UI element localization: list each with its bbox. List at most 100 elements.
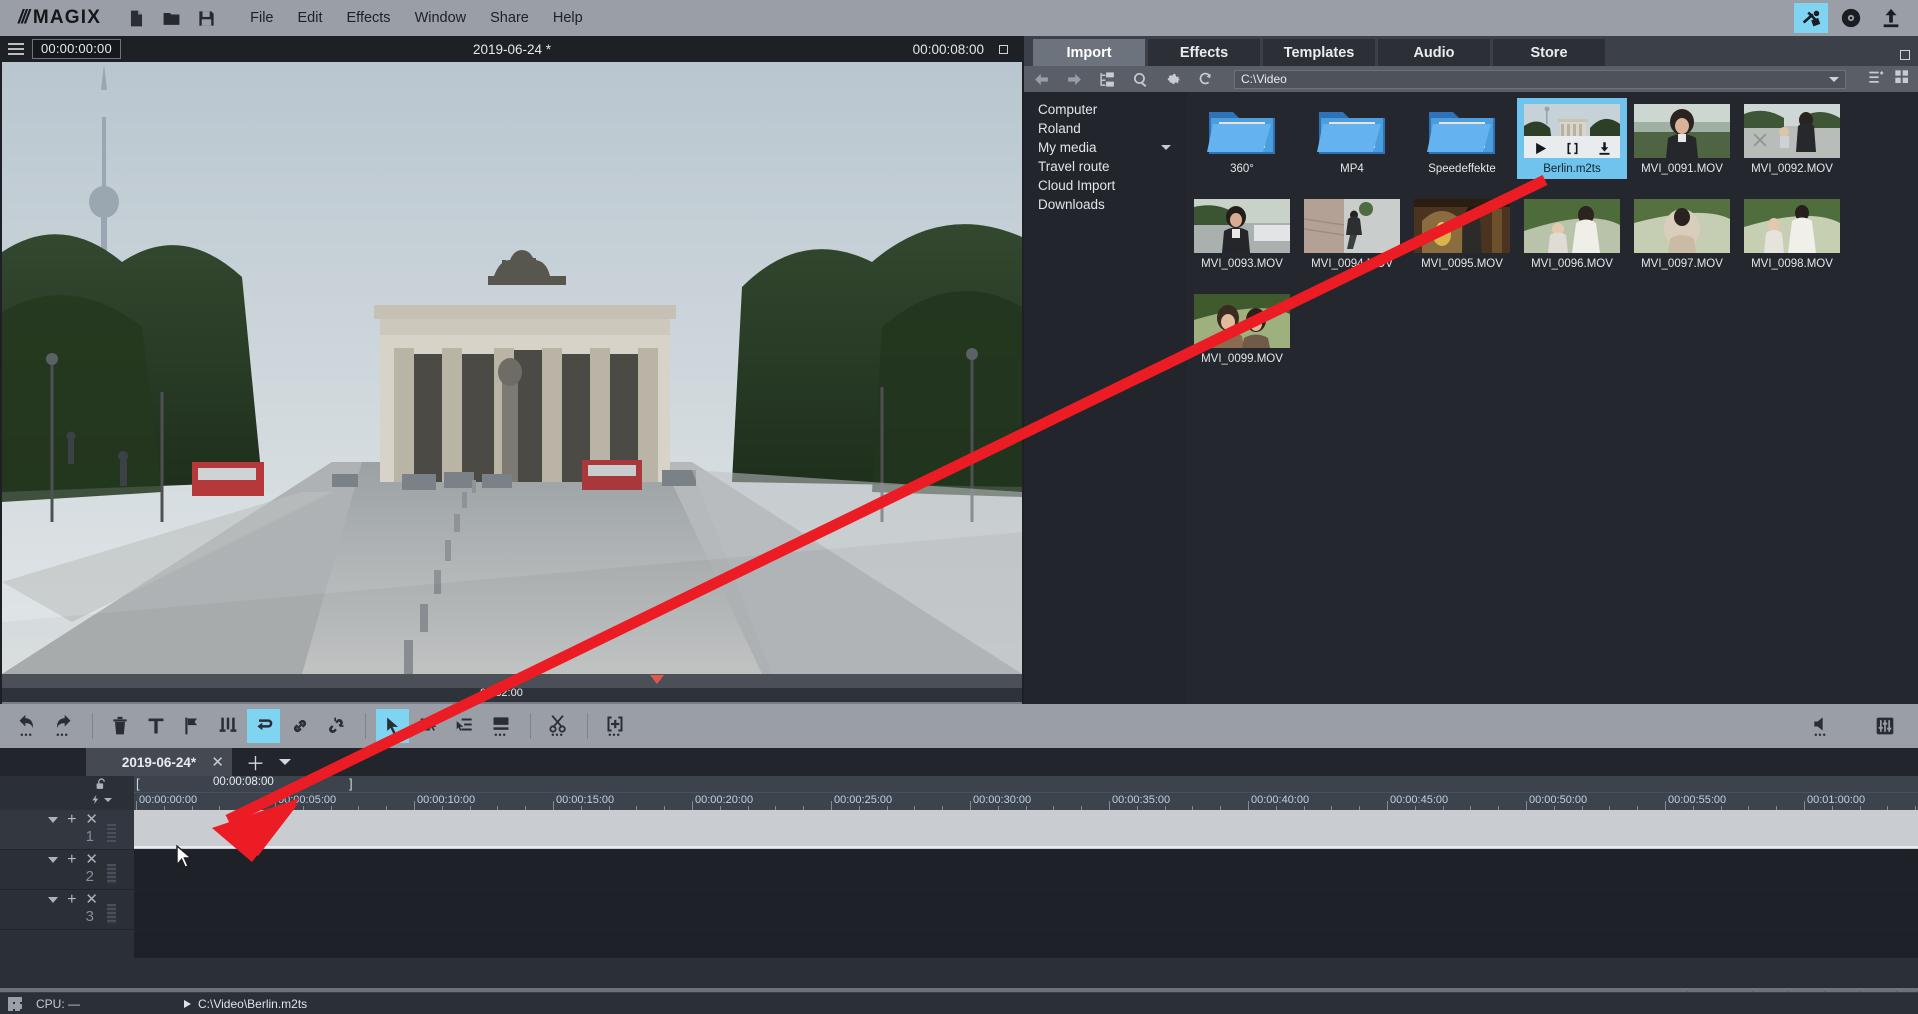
tab-store[interactable]: Store bbox=[1493, 39, 1605, 66]
track-collapse-icon[interactable] bbox=[48, 897, 58, 903]
track-add-icon[interactable]: + bbox=[67, 814, 76, 826]
tab-audio[interactable]: Audio bbox=[1378, 39, 1490, 66]
track-lane-1[interactable] bbox=[134, 810, 1918, 849]
track-delete-icon[interactable]: ✕ bbox=[85, 814, 98, 826]
range-bar[interactable]: [ 00:00:08:00 ] bbox=[134, 776, 1918, 792]
media-item-folder-speedeffekte[interactable]: Speedeffekte bbox=[1407, 98, 1517, 179]
search-button[interactable] bbox=[1131, 70, 1150, 89]
track-collapse-icon[interactable] bbox=[48, 857, 58, 863]
close-icon[interactable]: ✕ bbox=[211, 753, 224, 771]
tree-item-downloads[interactable]: Downloads bbox=[1038, 195, 1187, 214]
track-header-3[interactable]: + ✕ 3 bbox=[0, 890, 134, 929]
media-item-mvi-0092[interactable]: MVI_0092.MOV bbox=[1737, 98, 1847, 179]
menu-help[interactable]: Help bbox=[553, 10, 583, 26]
loop-mode-button[interactable] bbox=[247, 709, 280, 743]
monitor-scrub-bar[interactable]: 08:32:00 bbox=[2, 688, 1022, 702]
menu-edit[interactable]: Edit bbox=[298, 10, 323, 26]
undo-button[interactable]: ••• bbox=[10, 709, 43, 743]
mouse-mode-arrow-button[interactable] bbox=[376, 709, 409, 743]
tree-item-computer[interactable]: Computer bbox=[1038, 100, 1187, 119]
track-header-1[interactable]: + ✕ 1 bbox=[0, 810, 134, 849]
timeline-clip[interactable] bbox=[134, 812, 1918, 848]
group-button[interactable] bbox=[283, 709, 316, 743]
burn-disc-button[interactable] bbox=[1834, 3, 1868, 33]
media-item-mvi-0094[interactable]: MVI_0094.MOV bbox=[1297, 193, 1407, 274]
media-item-mvi-0091[interactable]: MVI_0091.MOV bbox=[1627, 98, 1737, 179]
mouse-mode-single-object-button[interactable] bbox=[412, 709, 445, 743]
track-lane-3[interactable] bbox=[134, 890, 1918, 929]
detail-view-button[interactable] bbox=[1868, 69, 1884, 90]
timeline-tab-project[interactable]: 2019-06-24* ✕ bbox=[86, 748, 232, 776]
cut-button[interactable]: ••• bbox=[541, 709, 574, 743]
tab-templates[interactable]: Templates bbox=[1263, 39, 1375, 66]
playhead-marker-icon[interactable] bbox=[650, 675, 664, 684]
export-upload-button[interactable] bbox=[1874, 3, 1908, 33]
maximize-icon[interactable] bbox=[1900, 50, 1910, 60]
mixer-button[interactable] bbox=[211, 709, 244, 743]
refresh-button[interactable] bbox=[1197, 70, 1216, 89]
folder-tree-button[interactable] bbox=[1098, 70, 1117, 89]
tree-item-travel-route[interactable]: Travel route bbox=[1038, 157, 1187, 176]
media-item-folder-360[interactable]: 360° bbox=[1187, 98, 1297, 179]
range-brackets-icon[interactable] bbox=[1565, 141, 1580, 156]
tree-item-roland[interactable]: Roland bbox=[1038, 119, 1187, 138]
nav-back-button[interactable] bbox=[1032, 70, 1051, 89]
menu-file[interactable]: File bbox=[250, 10, 273, 26]
audio-mute-button[interactable]: ••• bbox=[1804, 709, 1837, 743]
edit-mode-button[interactable] bbox=[1794, 3, 1828, 33]
tab-import[interactable]: Import bbox=[1033, 39, 1145, 66]
track-delete-icon[interactable]: ✕ bbox=[85, 894, 98, 906]
set-marker-button[interactable] bbox=[175, 709, 208, 743]
audio-mixer-button[interactable] bbox=[1868, 709, 1901, 743]
media-item-mvi-0098[interactable]: MVI_0098.MOV bbox=[1737, 193, 1847, 274]
thumbnail-view-button[interactable] bbox=[1894, 69, 1910, 90]
insert-title-button[interactable] bbox=[139, 709, 172, 743]
chevron-down-icon[interactable] bbox=[104, 798, 112, 802]
settings-button[interactable] bbox=[1164, 70, 1183, 89]
media-item-mvi-0095[interactable]: MVI_0095.MOV bbox=[1407, 193, 1517, 274]
tree-item-cloud-import[interactable]: Cloud Import bbox=[1038, 176, 1187, 195]
media-item-mvi-0099[interactable]: MVI_0099.MOV bbox=[1187, 288, 1297, 369]
track-add-icon[interactable]: + bbox=[67, 854, 76, 866]
chevron-down-icon[interactable] bbox=[279, 759, 291, 765]
path-field[interactable]: C:\Video bbox=[1234, 70, 1846, 89]
media-item-mvi-0096[interactable]: MVI_0096.MOV bbox=[1517, 193, 1627, 274]
nav-forward-button[interactable] bbox=[1065, 70, 1084, 89]
menu-effects[interactable]: Effects bbox=[347, 10, 391, 26]
track-header-2[interactable]: + ✕ 2 bbox=[0, 850, 134, 889]
layout-grid-icon[interactable] bbox=[8, 997, 22, 1011]
media-item-mvi-0093[interactable]: MVI_0093.MOV bbox=[1187, 193, 1297, 274]
range-end-bracket[interactable]: ] bbox=[349, 776, 353, 791]
menu-window[interactable]: Window bbox=[415, 10, 467, 26]
plus-icon[interactable]: ＋ bbox=[246, 749, 265, 776]
open-project-icon[interactable] bbox=[162, 9, 181, 28]
save-project-icon[interactable] bbox=[197, 9, 216, 28]
tab-effects[interactable]: Effects bbox=[1148, 39, 1260, 66]
track-lane-2[interactable] bbox=[134, 850, 1918, 889]
chevron-down-icon[interactable] bbox=[1829, 77, 1839, 82]
media-item-berlin-m2ts[interactable]: Berlin.m2ts bbox=[1517, 98, 1627, 179]
preview-render-button[interactable]: ••• bbox=[484, 709, 517, 743]
mouse-mode-curve-button[interactable] bbox=[448, 709, 481, 743]
redo-button[interactable]: ••• bbox=[46, 709, 79, 743]
bolt-icon[interactable] bbox=[90, 793, 112, 806]
timeline-ruler[interactable]: [ 00:00:08:00 ] 00:00:00:0000:00:05:0000… bbox=[134, 776, 1918, 810]
ruler-ticks[interactable]: 00:00:00:0000:00:05:0000:00:10:0000:00:1… bbox=[134, 792, 1918, 810]
new-project-icon[interactable] bbox=[127, 9, 146, 28]
split-view-button[interactable]: ••• bbox=[598, 709, 631, 743]
media-item-mvi-0097[interactable]: MVI_0097.MOV bbox=[1627, 193, 1737, 274]
track-delete-icon[interactable]: ✕ bbox=[85, 854, 98, 866]
preview-play-icon[interactable] bbox=[1533, 141, 1548, 156]
maximize-icon[interactable] bbox=[999, 45, 1008, 54]
tree-item-my-media[interactable]: My media bbox=[1038, 138, 1187, 157]
track-add-icon[interactable]: + bbox=[67, 894, 76, 906]
track-collapse-icon[interactable] bbox=[48, 817, 58, 823]
menu-share[interactable]: Share bbox=[490, 10, 529, 26]
track-lane-empty[interactable] bbox=[134, 930, 1918, 958]
range-start-bracket[interactable]: [ bbox=[136, 776, 140, 791]
insert-download-icon[interactable] bbox=[1597, 141, 1612, 156]
chevron-down-icon[interactable] bbox=[1161, 145, 1171, 150]
media-item-folder-mp4[interactable]: MP4 bbox=[1297, 98, 1407, 179]
video-preview-frame[interactable] bbox=[2, 62, 1022, 674]
delete-object-button[interactable] bbox=[103, 709, 136, 743]
